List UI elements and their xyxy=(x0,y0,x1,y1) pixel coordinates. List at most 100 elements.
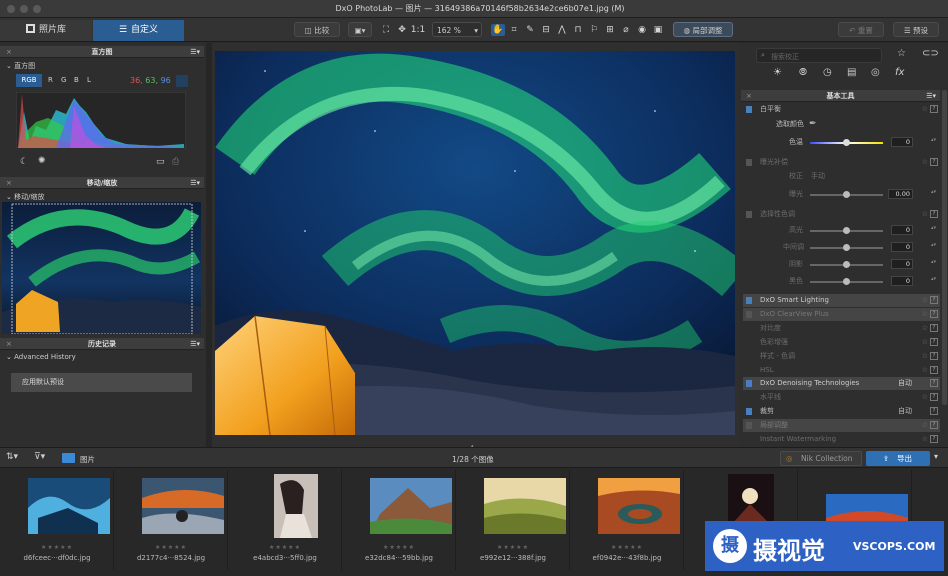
eyedropper-icon[interactable]: ✎ xyxy=(524,24,536,36)
help-icon[interactable]: ? xyxy=(930,435,938,443)
help-icon[interactable]: ? xyxy=(930,210,938,218)
local-adjust-button[interactable]: ◍ 局部调整 xyxy=(673,22,733,37)
thumbnail[interactable]: ★★★★★ e32dc84···59bb.jpg xyxy=(342,470,456,570)
star-icon[interactable]: ☆ xyxy=(922,294,928,307)
rating-stars[interactable]: ★★★★★ xyxy=(228,544,342,551)
rating-stars[interactable]: ★★★★★ xyxy=(114,544,228,551)
favorite-star-icon[interactable]: ☆ xyxy=(897,48,906,59)
toggle-icon[interactable]: ⊂⊃ xyxy=(922,48,939,59)
watermark-row[interactable]: Instant Watermarking ☆? xyxy=(743,433,940,446)
enable-checkbox[interactable] xyxy=(746,311,752,318)
help-icon[interactable]: ? xyxy=(930,407,938,415)
compare-button[interactable]: ◫ 比较 xyxy=(294,22,340,37)
grid-overlay-icon[interactable]: ⊞ xyxy=(604,24,616,36)
view-mode-button[interactable]: ▣▾ xyxy=(348,22,372,37)
enable-checkbox[interactable] xyxy=(746,211,752,218)
star-icon[interactable]: ☆ xyxy=(922,208,928,221)
horizon-row[interactable]: 水平线 ☆? xyxy=(743,391,940,404)
help-icon[interactable]: ? xyxy=(930,158,938,166)
right-panel-scrollbar[interactable] xyxy=(942,90,947,405)
close-icon[interactable]: × xyxy=(6,177,12,189)
style-tone-row[interactable]: 样式 - 色调 ☆? xyxy=(743,350,940,363)
eyedropper-icon[interactable]: ✒ xyxy=(809,118,817,131)
star-icon[interactable]: ☆ xyxy=(922,364,928,377)
history-item[interactable]: 应用默认预设 xyxy=(11,373,192,392)
crop-icon[interactable]: ⌗ xyxy=(508,24,520,36)
navigator-preview[interactable] xyxy=(2,202,201,334)
perspective-icon[interactable]: ⋀ xyxy=(556,24,568,36)
zoom-window-button[interactable] xyxy=(33,5,41,13)
rating-stars[interactable]: ★★★★★ xyxy=(342,544,456,551)
star-icon[interactable]: ☆ xyxy=(922,391,928,404)
help-icon[interactable]: ? xyxy=(930,310,938,318)
export-button[interactable]: ⇪ 导出 xyxy=(866,451,930,466)
navigator-section[interactable]: ⌄ 移动/缩放 xyxy=(6,192,44,202)
selective-tone-row[interactable]: 选择性色调 ☆? xyxy=(743,208,940,221)
moon-icon[interactable]: ☾ xyxy=(20,157,28,167)
help-icon[interactable]: ? xyxy=(930,366,938,374)
horizon-icon[interactable]: ⊟ xyxy=(540,24,552,36)
print-icon[interactable]: ⎙ xyxy=(172,157,179,167)
tab-library[interactable]: 照片库 xyxy=(0,20,92,41)
color-palette-icon[interactable]: ⦾ xyxy=(799,67,807,78)
thumbnail[interactable]: ★★★★★ e4abcd3···5ff0.jpg xyxy=(228,470,342,570)
move-icon[interactable]: ✥ xyxy=(396,24,408,36)
stepper-icon[interactable]: ▴▾ xyxy=(931,186,936,199)
help-icon[interactable]: ? xyxy=(930,338,938,346)
shadows-value[interactable]: 0 xyxy=(891,259,913,269)
zoom-1to1-button[interactable]: 1:1 xyxy=(410,24,426,36)
rating-stars[interactable]: ★★★★★ xyxy=(570,544,684,551)
star-icon[interactable]: ☆ xyxy=(922,336,928,349)
exposure-value[interactable]: 0.00 xyxy=(888,189,913,199)
stepper-icon[interactable]: ▴▾ xyxy=(931,134,936,147)
monitor-icon[interactable]: ▭ xyxy=(156,157,165,167)
stepper-icon[interactable]: ▴▾ xyxy=(931,273,936,286)
blacks-slider[interactable] xyxy=(810,278,883,285)
color-temp-value[interactable]: 0 xyxy=(891,137,913,147)
thumbnail[interactable]: ★★★★★ ef0942e···43f8b.jpg xyxy=(570,470,684,570)
panel-menu-icon[interactable]: ☰▾ xyxy=(190,177,200,189)
geometry-palette-icon[interactable]: ▤ xyxy=(847,67,856,78)
exposure-slider[interactable] xyxy=(810,191,883,198)
tab-customize[interactable]: ☰ 自定义 xyxy=(93,20,184,41)
star-icon[interactable]: ☆ xyxy=(922,308,928,321)
help-icon[interactable]: ? xyxy=(930,324,938,332)
filter-icon[interactable]: ⊽▾ xyxy=(34,452,45,462)
local-adjust-row[interactable]: 局部调整 ☆? xyxy=(743,419,940,432)
fit-icon[interactable]: ⛶ xyxy=(380,24,392,36)
local-palette-icon[interactable]: ◎ xyxy=(871,67,880,78)
clearview-row[interactable]: DxO ClearView Plus ☆? xyxy=(743,308,940,321)
midtones-value[interactable]: 0 xyxy=(891,242,913,252)
denoising-row[interactable]: DxO Denoising Technologies 自动 ? xyxy=(743,377,940,390)
star-icon[interactable]: ☆ xyxy=(922,350,928,363)
help-icon[interactable]: ? xyxy=(930,352,938,360)
zoom-level-select[interactable]: 162 % ▾ xyxy=(432,22,482,37)
enable-checkbox[interactable] xyxy=(746,159,752,166)
blacks-value[interactable]: 0 xyxy=(891,276,913,286)
histogram-mode-r[interactable]: R xyxy=(48,76,53,84)
eye-icon[interactable]: ◉ xyxy=(636,24,648,36)
histogram-mode-rgb[interactable]: RGB xyxy=(16,74,42,87)
histogram-section[interactable]: ⌄ 直方图 xyxy=(6,61,35,71)
enable-checkbox[interactable] xyxy=(746,106,752,113)
slider-knob[interactable] xyxy=(843,244,850,251)
stepper-icon[interactable]: ▴▾ xyxy=(931,256,936,269)
repair-icon[interactable]: ⌀ xyxy=(620,24,632,36)
watermark-icon[interactable]: ▣ xyxy=(652,24,664,36)
white-balance-row[interactable]: 白平衡 ☆? xyxy=(743,103,940,116)
enable-checkbox[interactable] xyxy=(746,380,752,387)
close-icon[interactable]: × xyxy=(6,338,12,350)
slider-knob[interactable] xyxy=(843,191,850,198)
star-icon[interactable]: ☆ xyxy=(922,156,928,169)
exposure-comp-row[interactable]: 曝光补偿 ☆? xyxy=(743,156,940,169)
thumbnail[interactable]: ★★★★★ d6fceec···df0dc.jpg xyxy=(0,470,114,570)
help-icon[interactable]: ? xyxy=(930,296,938,304)
thumbnail[interactable]: ★★★★★ e992e12···388f.jpg xyxy=(456,470,570,570)
star-icon[interactable]: ☆ xyxy=(922,103,928,116)
flag-icon[interactable]: ⚐ xyxy=(588,24,600,36)
help-icon[interactable]: ? xyxy=(930,105,938,113)
sun-icon[interactable]: ✺ xyxy=(38,156,46,166)
light-palette-icon[interactable]: ☀ xyxy=(773,67,782,78)
thumbnail[interactable]: ★★★★★ d2177c4···8524.jpg xyxy=(114,470,228,570)
panel-menu-icon[interactable]: ☰▾ xyxy=(926,90,936,102)
